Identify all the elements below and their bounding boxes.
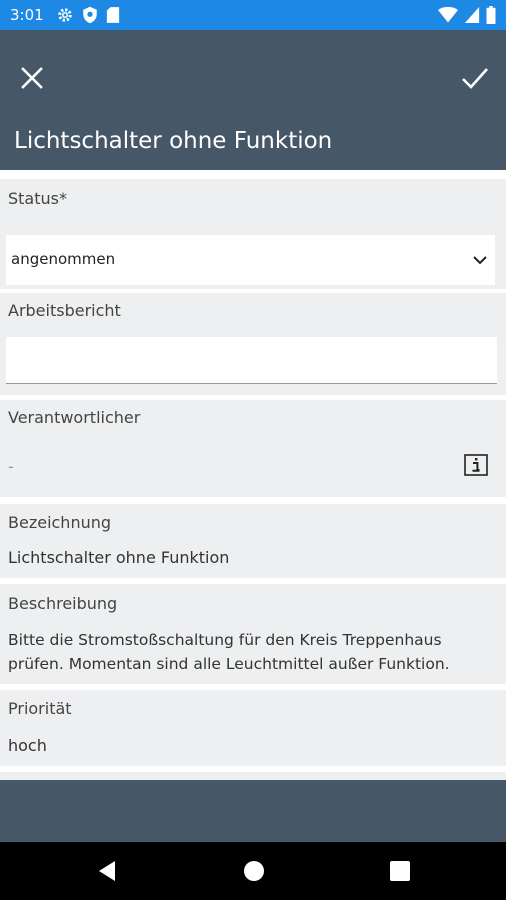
beschreibung-line-2: prüfen. Momentan sind alle Leuchtmittel … — [8, 655, 450, 673]
arbeitsbericht-input[interactable] — [6, 337, 497, 384]
bezeichnung-label: Bezeichnung — [8, 513, 112, 532]
beschreibung-label: Beschreibung — [8, 594, 118, 613]
settings-gear-icon — [58, 8, 72, 22]
home-icon[interactable] — [242, 859, 266, 883]
status-selected-value: angenommen — [11, 250, 116, 268]
beschreibung-line-1: Bitte die Stromstoßschaltung für den Kre… — [8, 631, 442, 649]
info-icon — [464, 454, 488, 476]
save-button[interactable] — [460, 64, 490, 92]
back-icon[interactable] — [95, 859, 119, 883]
battery-icon — [486, 6, 496, 24]
beschreibung-section: Beschreibung Bitte die Stromstoßschaltun… — [0, 584, 506, 684]
arbeitsbericht-label: Arbeitsbericht — [8, 301, 121, 320]
verantwortlicher-section: Verantwortlicher - — [0, 400, 506, 497]
prioritaet-section: Priorität hoch — [0, 690, 506, 766]
close-icon — [21, 67, 43, 89]
recents-icon[interactable] — [388, 859, 412, 883]
status-system-icons — [438, 6, 496, 24]
status-select[interactable]: angenommen — [6, 235, 495, 285]
wifi-icon — [438, 6, 458, 23]
verantwortlicher-label: Verantwortlicher — [8, 408, 141, 427]
prioritaet-label: Priorität — [8, 699, 72, 718]
status-label: Status* — [8, 189, 67, 208]
info-button[interactable] — [464, 454, 488, 476]
chevron-down-icon — [473, 256, 487, 265]
arbeitsbericht-section: Arbeitsbericht — [0, 293, 506, 395]
bottom-bar — [0, 780, 506, 842]
cellular-signal-icon — [464, 7, 480, 23]
status-bar: 3:01 — [0, 0, 506, 30]
sd-card-icon — [106, 7, 120, 23]
bezeichnung-section: Bezeichnung Lichtschalter ohne Funktion — [0, 504, 506, 578]
prioritaet-value: hoch — [8, 736, 47, 755]
bezeichnung-value: Lichtschalter ohne Funktion — [8, 548, 230, 567]
status-section: Status* angenommen — [0, 179, 506, 289]
checkmark-icon — [462, 68, 488, 89]
app-bar: Lichtschalter ohne Funktion — [0, 30, 506, 170]
page-title: Lichtschalter ohne Funktion — [14, 128, 333, 154]
next-section-partial — [0, 772, 506, 780]
verantwortlicher-value: - — [8, 457, 14, 476]
close-button[interactable] — [18, 64, 46, 92]
system-nav-bar — [0, 842, 506, 900]
status-time: 3:01 — [10, 6, 44, 24]
status-notification-icons — [56, 6, 120, 24]
shield-icon — [83, 6, 97, 24]
form-content: Status* angenommen Arbeitsbericht Verant… — [0, 170, 506, 780]
